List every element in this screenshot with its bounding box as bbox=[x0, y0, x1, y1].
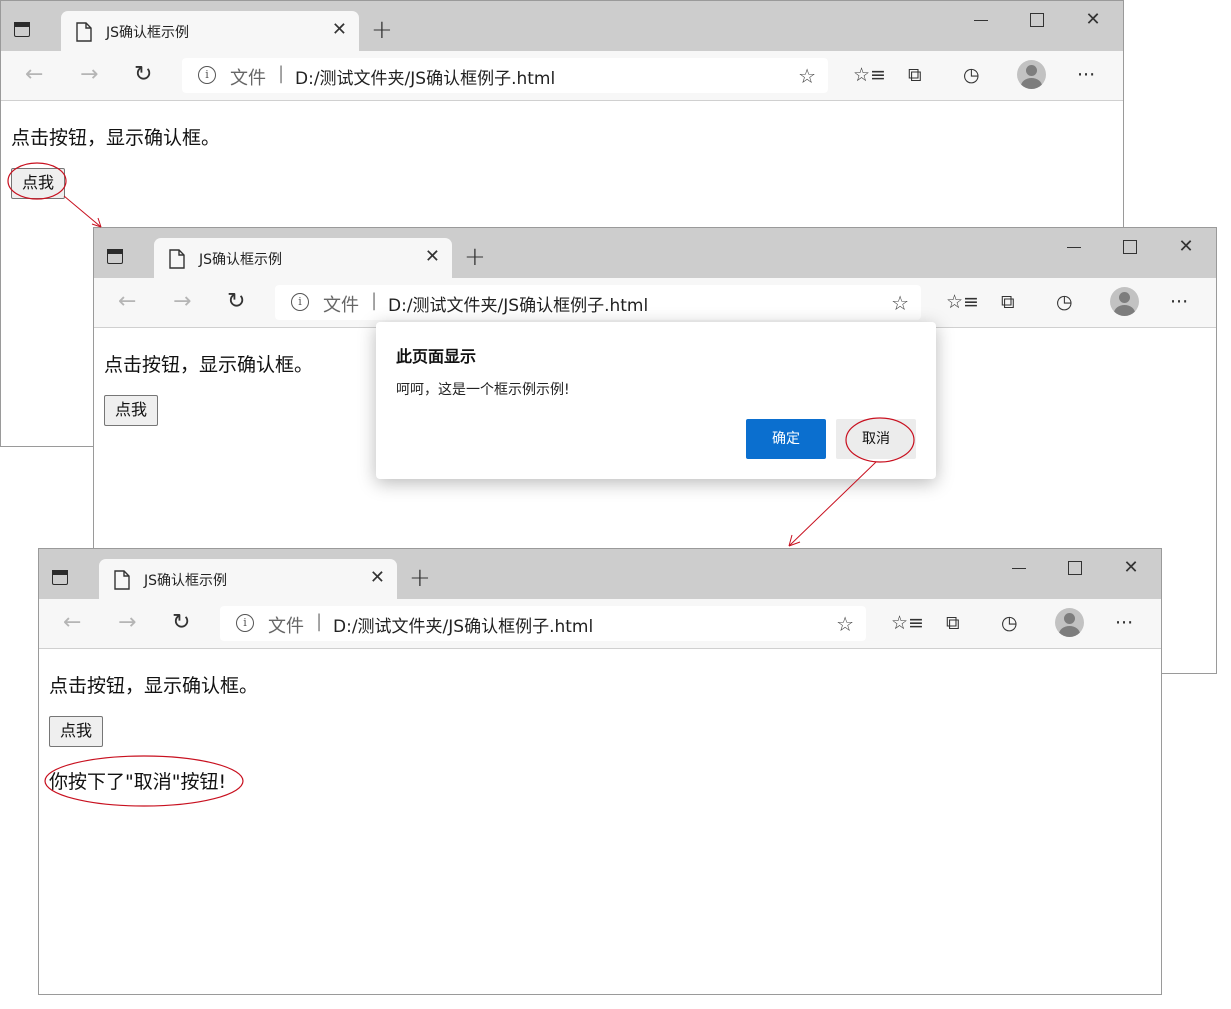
maximize-button[interactable] bbox=[1009, 7, 1065, 37]
tab-active[interactable]: JS确认框示例 ✕ bbox=[61, 11, 359, 51]
tab-strip: JS确认框示例 ✕ + ✕ bbox=[1, 1, 1123, 51]
page-icon bbox=[114, 570, 130, 590]
maximize-button[interactable] bbox=[1047, 555, 1103, 585]
new-tab-button[interactable]: + bbox=[409, 565, 431, 591]
tab-actions-icon[interactable] bbox=[11, 19, 35, 43]
tab-active[interactable]: JS确认框示例 ✕ bbox=[154, 238, 452, 278]
add-favorite-icon[interactable]: ☆ bbox=[798, 64, 816, 88]
tab-actions-icon[interactable] bbox=[49, 567, 73, 591]
more-icon[interactable]: ··· bbox=[1077, 64, 1095, 86]
instruction-text: 点击按钮，显示确认框。 bbox=[11, 127, 221, 149]
page-content: 点击按钮，显示确认框。 点我 你按下了"取消"按钮! bbox=[39, 649, 1161, 994]
click-me-button[interactable]: 点我 bbox=[49, 716, 104, 747]
forward-icon[interactable]: → bbox=[80, 61, 98, 89]
forward-icon[interactable]: → bbox=[173, 288, 191, 316]
add-favorite-icon[interactable]: ☆ bbox=[891, 291, 909, 315]
tab-strip: JS确认框示例 ✕ + ✕ bbox=[94, 228, 1216, 278]
url-text[interactable]: D:/测试文件夹/JS确认框例子.html bbox=[388, 291, 648, 316]
minimize-button[interactable] bbox=[1046, 234, 1102, 264]
favorites-icon[interactable]: ☆≡ bbox=[853, 64, 886, 86]
dialog-message: 呵呵，这是一个框示例示例! bbox=[396, 382, 570, 398]
cancel-button[interactable]: 取消 bbox=[836, 419, 916, 459]
reload-icon[interactable]: ↻ bbox=[172, 609, 190, 637]
address-separator: | bbox=[371, 290, 378, 311]
profile-avatar[interactable] bbox=[1110, 287, 1139, 316]
history-icon[interactable]: ◷ bbox=[1056, 291, 1073, 313]
tab-strip: JS确认框示例 ✕ + ✕ bbox=[39, 549, 1161, 599]
favorites-icon[interactable]: ☆≡ bbox=[891, 612, 924, 634]
browser-window-step3: JS确认框示例 ✕ + ✕ ← → ↻ i 文件 | D:/测试文件夹/JS确认… bbox=[38, 548, 1162, 995]
tab-active[interactable]: JS确认框示例 ✕ bbox=[99, 559, 397, 599]
minimize-button[interactable] bbox=[991, 555, 1047, 585]
scheme-label: 文件 bbox=[323, 295, 359, 316]
history-icon[interactable]: ◷ bbox=[963, 64, 980, 86]
reload-icon[interactable]: ↻ bbox=[134, 61, 152, 89]
scheme-label: 文件 bbox=[230, 68, 266, 89]
info-icon[interactable]: i bbox=[291, 293, 309, 311]
ok-button[interactable]: 确定 bbox=[746, 419, 826, 459]
reload-icon[interactable]: ↻ bbox=[227, 288, 245, 316]
favorites-icon[interactable]: ☆≡ bbox=[946, 291, 979, 313]
tab-title: JS确认框示例 bbox=[144, 573, 228, 589]
navigation-bar: ← → ↻ i 文件 | D:/测试文件夹/JS确认框例子.html ☆ ☆≡ … bbox=[1, 51, 1123, 101]
new-tab-button[interactable]: + bbox=[371, 17, 393, 43]
tab-close-icon[interactable]: ✕ bbox=[332, 20, 347, 40]
address-bar[interactable]: i 文件 | D:/测试文件夹/JS确认框例子.html ☆ bbox=[182, 58, 828, 93]
page-icon bbox=[76, 22, 92, 42]
confirm-dialog: 此页面显示 呵呵，这是一个框示例示例! 确定 取消 bbox=[376, 322, 936, 479]
window-close-button[interactable]: ✕ bbox=[1158, 234, 1214, 264]
tab-title: JS确认框示例 bbox=[199, 252, 283, 268]
tab-close-icon[interactable]: ✕ bbox=[425, 247, 440, 267]
add-favorite-icon[interactable]: ☆ bbox=[836, 612, 854, 636]
collections-icon[interactable]: ⧉ bbox=[1001, 291, 1015, 313]
result-text: 你按下了"取消"按钮! bbox=[49, 771, 227, 793]
page-icon bbox=[169, 249, 185, 269]
back-icon[interactable]: ← bbox=[118, 288, 136, 316]
new-tab-button[interactable]: + bbox=[464, 244, 486, 270]
navigation-bar: ← → ↻ i 文件 | D:/测试文件夹/JS确认框例子.html ☆ ☆≡ … bbox=[94, 278, 1216, 328]
address-separator: | bbox=[278, 63, 285, 84]
scheme-label: 文件 bbox=[268, 616, 304, 637]
collections-icon[interactable]: ⧉ bbox=[946, 612, 960, 634]
tab-title: JS确认框示例 bbox=[106, 25, 190, 41]
info-icon[interactable]: i bbox=[236, 614, 254, 632]
url-text[interactable]: D:/测试文件夹/JS确认框例子.html bbox=[333, 612, 593, 637]
tab-close-icon[interactable]: ✕ bbox=[370, 568, 385, 588]
address-bar[interactable]: i 文件 | D:/测试文件夹/JS确认框例子.html ☆ bbox=[220, 606, 866, 641]
instruction-text: 点击按钮，显示确认框。 bbox=[49, 675, 259, 697]
profile-avatar[interactable] bbox=[1017, 60, 1046, 89]
collections-icon[interactable]: ⧉ bbox=[908, 64, 922, 86]
minimize-button[interactable] bbox=[953, 7, 1009, 37]
info-icon[interactable]: i bbox=[198, 66, 216, 84]
window-close-button[interactable]: ✕ bbox=[1065, 7, 1121, 37]
click-me-button[interactable]: 点我 bbox=[11, 168, 66, 199]
instruction-text: 点击按钮，显示确认框。 bbox=[104, 354, 314, 376]
navigation-bar: ← → ↻ i 文件 | D:/测试文件夹/JS确认框例子.html ☆ ☆≡ … bbox=[39, 599, 1161, 649]
back-icon[interactable]: ← bbox=[63, 609, 81, 637]
forward-icon[interactable]: → bbox=[118, 609, 136, 637]
maximize-button[interactable] bbox=[1102, 234, 1158, 264]
click-me-button[interactable]: 点我 bbox=[104, 395, 159, 426]
address-bar[interactable]: i 文件 | D:/测试文件夹/JS确认框例子.html ☆ bbox=[275, 285, 921, 320]
history-icon[interactable]: ◷ bbox=[1001, 612, 1018, 634]
more-icon[interactable]: ··· bbox=[1115, 612, 1133, 634]
more-icon[interactable]: ··· bbox=[1170, 291, 1188, 313]
back-icon[interactable]: ← bbox=[25, 61, 43, 89]
window-close-button[interactable]: ✕ bbox=[1103, 555, 1159, 585]
profile-avatar[interactable] bbox=[1055, 608, 1084, 637]
dialog-title: 此页面显示 bbox=[396, 347, 477, 366]
url-text[interactable]: D:/测试文件夹/JS确认框例子.html bbox=[295, 64, 555, 89]
tab-actions-icon[interactable] bbox=[104, 246, 128, 270]
address-separator: | bbox=[316, 611, 323, 632]
